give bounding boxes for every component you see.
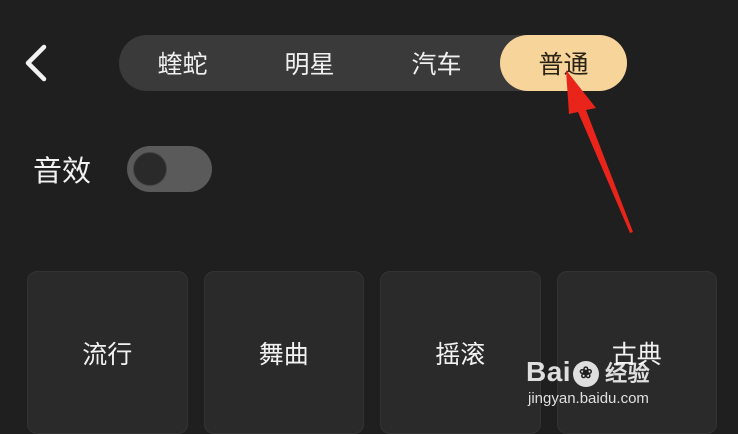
tab-car[interactable]: 汽车 — [373, 35, 500, 91]
sound-effect-toggle[interactable] — [127, 146, 212, 192]
chevron-left-icon — [25, 44, 47, 82]
preset-dance[interactable]: 舞曲 — [203, 271, 364, 434]
tab-viper[interactable]: 蝰蛇 — [119, 35, 246, 91]
toggle-knob — [133, 152, 167, 186]
tab-normal[interactable]: 普通 — [500, 35, 627, 91]
watermark-url: jingyan.baidu.com — [528, 390, 649, 407]
preset-rock[interactable]: 摇滚 — [380, 271, 541, 434]
effect-mode-segmented-control: 蝰蛇 明星 汽车 普通 — [119, 35, 627, 91]
sound-effect-label: 音效 — [33, 154, 92, 188]
watermark-logo: Bai ❀ 经验 — [526, 356, 651, 387]
baidu-jingyan-watermark: Bai ❀ 经验 jingyan.baidu.com — [526, 356, 696, 416]
back-button[interactable] — [18, 40, 54, 86]
paw-icon: ❀ — [573, 360, 600, 387]
preset-pop[interactable]: 流行 — [27, 271, 188, 434]
tab-star[interactable]: 明星 — [246, 35, 373, 91]
